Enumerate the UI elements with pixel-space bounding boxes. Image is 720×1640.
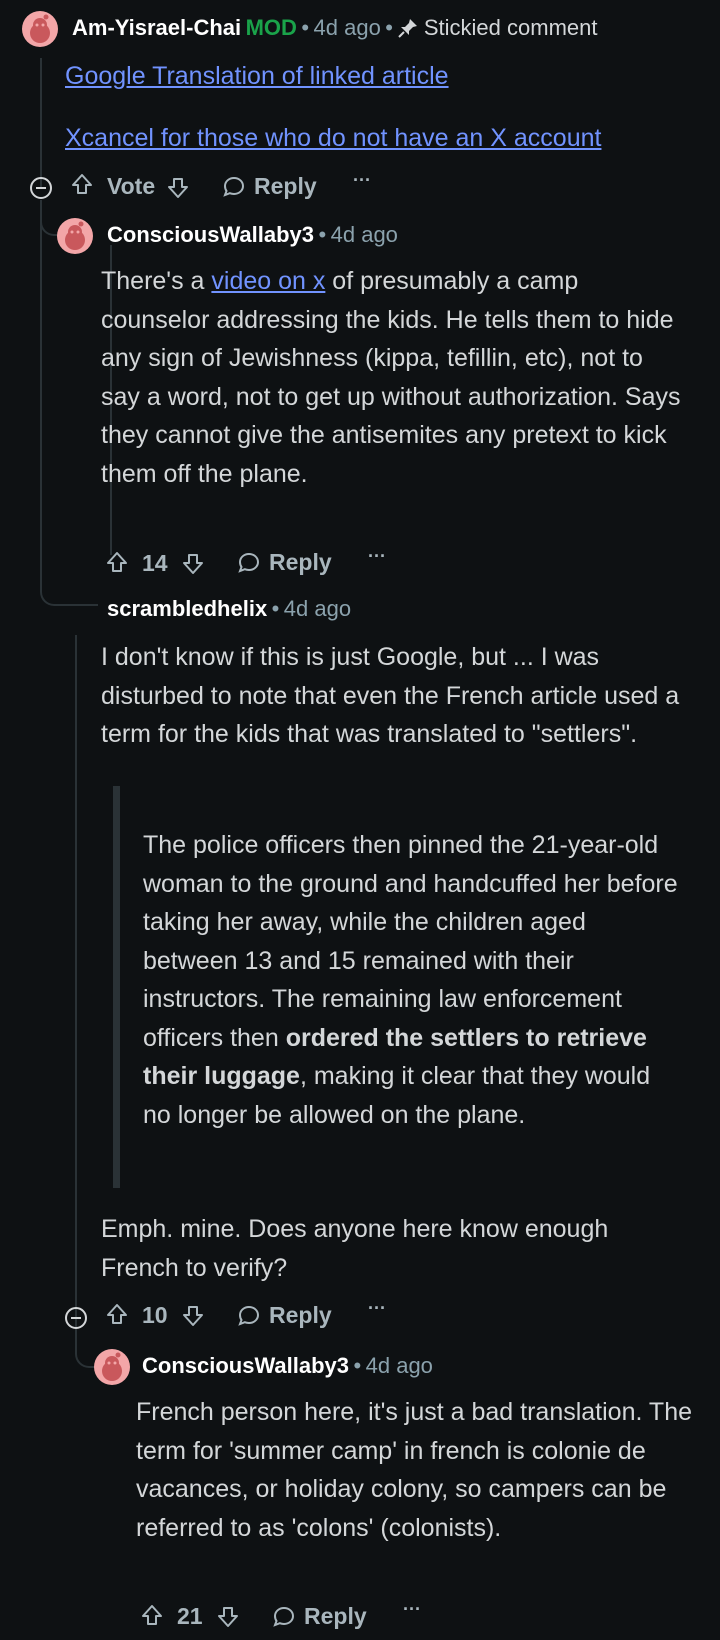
reply-icon [238,552,260,573]
author-name[interactable]: ConsciousWallaby3 [142,1353,349,1378]
separator: • [318,222,327,247]
reply-icon [238,1305,260,1326]
score: 21 [177,1603,203,1629]
more-icon: ··· [353,170,371,190]
more-options-button[interactable]: ··· [368,546,386,567]
downvote-button[interactable] [166,176,190,200]
thread-connector [40,200,58,236]
blockquote: The police officers then pinned the 21-y… [143,826,683,1134]
author-name[interactable]: ConsciousWallaby3 [107,222,314,247]
avatar-icon [65,221,85,250]
score: 14 [142,550,168,576]
vote-label: Vote [107,173,156,199]
downvote-button[interactable] [181,1304,205,1328]
separator: • [353,1353,362,1378]
separator: • [385,15,393,40]
comment-paragraph: Emph. mine. Does anyone here know enough… [101,1215,609,1282]
comment-body: French person here, it's just a bad tran… [136,1398,693,1542]
collapse-icon[interactable] [30,177,52,199]
comment-header: ConsciousWallaby3 • 4d ago [142,1353,433,1379]
comment-header: scrambledhelix • 4d ago [107,596,351,622]
comment-header: Am-Yisrael-Chai MOD • 4d ago • Stickied … [72,15,598,45]
more-options-button[interactable]: ··· [353,170,371,191]
downvote-icon [168,178,188,198]
comment-text: There's a [101,267,212,295]
blockquote-bar [113,786,120,1188]
timestamp: 4d ago [330,222,398,247]
comment-paragraph: I don't know if this is just Google, but… [101,643,680,748]
video-link[interactable]: video on x [211,267,325,295]
upvote-icon [72,174,92,194]
reply-icon [223,176,245,197]
reply-button[interactable]: Reply [237,1302,332,1329]
comment-header: ConsciousWallaby3 • 4d ago [107,222,398,248]
thread-line [75,635,77,1305]
author-name[interactable]: scrambledhelix [107,596,267,621]
reply-label: Reply [254,173,317,199]
avatar[interactable] [94,1349,130,1385]
reply-label: Reply [269,1302,332,1328]
reply-label: Reply [304,1603,367,1629]
quote-text: The police officers then pinned the 21-y… [143,831,678,1052]
avatar-icon [30,14,50,43]
mod-badge: MOD [245,15,297,40]
google-translation-link[interactable]: Google Translation of linked article [65,62,449,90]
separator: • [301,15,310,40]
avatar[interactable] [57,218,93,254]
upvote-icon [107,552,127,572]
reply-button[interactable]: Reply [237,549,332,576]
comment-body: There's a video on x of presumably a cam… [101,262,681,493]
timestamp: 4d ago [283,596,352,621]
downvote-icon [183,1306,203,1326]
score: 10 [142,1302,168,1328]
collapse-icon[interactable] [65,1307,87,1329]
downvote-button[interactable] [216,1605,240,1629]
reply-button[interactable]: Reply [222,173,317,200]
upvote-icon [142,1605,162,1625]
upvote-button[interactable] [70,172,94,196]
more-options-button[interactable]: ··· [403,1599,421,1620]
avatar-icon [102,1352,122,1381]
downvote-icon [183,554,203,574]
upvote-button[interactable] [140,1603,164,1627]
thread-line [40,58,42,188]
upvote-icon [107,1304,127,1324]
reply-label: Reply [269,549,332,575]
separator: • [271,596,280,621]
reply-button[interactable]: Reply [272,1603,367,1630]
downvote-button[interactable] [181,552,205,576]
downvote-icon [218,1607,238,1627]
avatar[interactable] [22,11,58,47]
thread-connector [40,560,98,606]
comment-text: of presumably a camp counselor addressin… [101,267,681,488]
more-icon: ··· [368,546,386,566]
more-options-button[interactable]: ··· [368,1298,386,1319]
upvote-button[interactable] [105,550,129,574]
thread-line [40,200,42,585]
more-icon: ··· [368,1298,386,1318]
pin-icon [397,17,419,45]
author-name[interactable]: Am-Yisrael-Chai [72,15,241,40]
xcancel-link[interactable]: Xcancel for those who do not have an X a… [65,124,601,152]
upvote-button[interactable] [105,1302,129,1326]
more-icon: ··· [403,1599,421,1619]
reply-icon [273,1606,295,1627]
stickied-label: Stickied comment [423,15,598,40]
timestamp: 4d ago [365,1353,433,1378]
timestamp: 4d ago [313,15,381,40]
